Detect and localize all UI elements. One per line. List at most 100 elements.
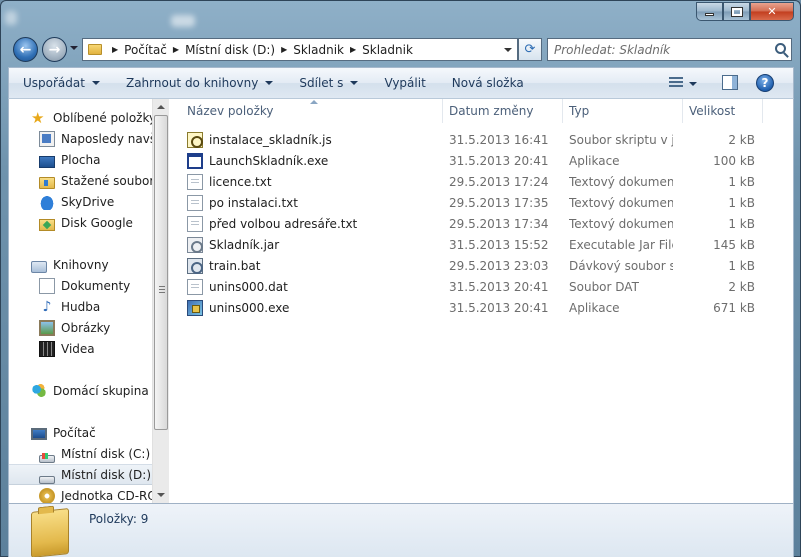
search-box[interactable]: Prohledat: Skladník bbox=[547, 38, 792, 61]
breadcrumb-skladnik[interactable]: Skladnik bbox=[362, 43, 413, 57]
sidebar-item-google-drive[interactable]: Disk Google bbox=[9, 212, 152, 233]
navigation-pane-scrollbar[interactable] bbox=[152, 99, 169, 503]
file-name: train.bat bbox=[209, 258, 261, 273]
sidebar-item-computer[interactable]: Počítač bbox=[9, 422, 152, 443]
sidebar-item-label: Oblíbené položky bbox=[53, 110, 152, 125]
breadcrumb-computer[interactable]: Počítač bbox=[124, 43, 167, 57]
sidebar-item-cdrom[interactable]: Jednotka CD-ROM bbox=[9, 485, 152, 503]
new-folder-button[interactable]: Nová složka bbox=[438, 67, 536, 99]
file-name: unins000.dat bbox=[209, 279, 288, 294]
column-header-size[interactable]: Velikost bbox=[683, 99, 763, 123]
file-date: 29.5.2013 17:34 bbox=[449, 216, 549, 231]
file-name: LaunchSkladník.exe bbox=[209, 153, 329, 168]
breadcrumb-separator[interactable]: ▶ bbox=[350, 45, 356, 54]
homegroup-icon bbox=[31, 382, 47, 399]
sidebar-item-videos[interactable]: Videa bbox=[9, 338, 152, 359]
share-with-label: Sdílet s bbox=[299, 76, 344, 90]
breadcrumb-drive-d[interactable]: Místní disk (D:) bbox=[185, 43, 275, 57]
file-name: unins000.exe bbox=[209, 300, 290, 315]
explorer-window: ✕ ← → ▶ Počítač ▶ Místní disk (D:) ▶ Skl… bbox=[0, 0, 801, 557]
file-name-cell: train.bat bbox=[187, 255, 442, 276]
sidebar-item-drive-c[interactable]: Místní disk (C:) bbox=[9, 443, 152, 464]
file-size: 1 kB bbox=[728, 174, 755, 189]
file-row[interactable]: licence.txt 29.5.2013 17:24 Textový doku… bbox=[171, 171, 795, 192]
scroll-up-icon[interactable] bbox=[157, 105, 165, 109]
sidebar-item-drive-d[interactable]: Místní disk (D:) bbox=[9, 464, 152, 485]
column-header-date[interactable]: Datum změny bbox=[443, 99, 563, 123]
libraries-icon bbox=[31, 260, 47, 273]
folder-icon bbox=[31, 508, 69, 557]
videos-icon bbox=[39, 340, 55, 357]
file-date: 31.5.2013 20:41 bbox=[449, 300, 549, 315]
sidebar-item-downloads[interactable]: Stažené soubory bbox=[9, 170, 152, 191]
search-input[interactable]: Prohledat: Skladník bbox=[554, 43, 670, 57]
refresh-button[interactable]: ⟳ bbox=[518, 38, 542, 61]
file-row[interactable]: unins000.dat 31.5.2013 20:41 Soubor DAT … bbox=[171, 276, 795, 297]
file-size: 671 kB bbox=[713, 300, 755, 315]
file-row[interactable]: unins000.exe 31.5.2013 20:41 Aplikace 67… bbox=[171, 297, 795, 318]
include-in-library-button[interactable]: Zahrnout do knihovny bbox=[112, 67, 285, 99]
chevron-down-icon bbox=[350, 81, 359, 85]
close-button[interactable]: ✕ bbox=[750, 2, 794, 21]
maximize-button[interactable] bbox=[723, 2, 750, 21]
file-row[interactable]: před volbou adresáře.txt 29.5.2013 17:34… bbox=[171, 213, 795, 234]
burn-button[interactable]: Vypálit bbox=[370, 67, 437, 99]
file-type: Aplikace bbox=[569, 300, 620, 315]
minimize-icon bbox=[705, 13, 714, 16]
breadcrumb-separator[interactable]: ▶ bbox=[281, 45, 287, 54]
file-size: 2 kB bbox=[728, 132, 755, 147]
file-type: Soubor skriptu v j... bbox=[569, 132, 673, 147]
file-row[interactable]: po instalaci.txt 29.5.2013 17:35 Textový… bbox=[171, 192, 795, 213]
window-icon bbox=[5, 11, 17, 25]
downloads-folder-icon bbox=[39, 176, 55, 189]
file-name-cell: před volbou adresáře.txt bbox=[187, 213, 442, 234]
sidebar-item-label: Videa bbox=[61, 341, 95, 356]
sidebar-item-desktop[interactable]: Plocha bbox=[9, 149, 152, 170]
file-row[interactable]: Skladník.jar 31.5.2013 15:52 Executable … bbox=[171, 234, 795, 255]
setup-exe-icon bbox=[187, 299, 203, 316]
sidebar-item-label: Stažené soubory bbox=[61, 173, 152, 188]
back-button[interactable]: ← bbox=[13, 37, 38, 62]
preview-pane-icon[interactable] bbox=[722, 75, 738, 90]
file-row[interactable]: instalace_skladník.js 31.5.2013 16:41 So… bbox=[171, 129, 795, 150]
recent-pages-dropdown[interactable] bbox=[70, 46, 78, 50]
column-header-type[interactable]: Typ bbox=[563, 99, 683, 123]
sidebar-item-favorites[interactable]: ★ Oblíbené položky bbox=[9, 107, 152, 128]
share-with-button[interactable]: Sdílet s bbox=[285, 67, 370, 99]
file-row[interactable]: train.bat 29.5.2013 23:03 Dávkový soubor… bbox=[171, 255, 795, 276]
navigation-bar: ← → ▶ Počítač ▶ Místní disk (D:) ▶ Sklad… bbox=[9, 35, 794, 63]
minimize-button[interactable] bbox=[696, 2, 723, 21]
computer-icon bbox=[31, 427, 47, 440]
sidebar-item-recent-places[interactable]: Naposledy navští bbox=[9, 128, 152, 149]
forward-button[interactable]: → bbox=[42, 37, 67, 62]
file-row[interactable]: LaunchSkladník.exe 31.5.2013 20:41 Aplik… bbox=[171, 150, 795, 171]
help-icon[interactable]: ? bbox=[756, 74, 774, 92]
sidebar-item-documents[interactable]: Dokumenty bbox=[9, 275, 152, 296]
scroll-down-icon[interactable] bbox=[157, 493, 165, 497]
address-history-dropdown[interactable] bbox=[501, 43, 515, 57]
file-name: licence.txt bbox=[209, 174, 272, 189]
music-icon: ♪ bbox=[42, 298, 52, 315]
caption-buttons: ✕ bbox=[696, 2, 794, 21]
organize-button[interactable]: Uspořádat bbox=[9, 67, 112, 99]
sidebar-item-pictures[interactable]: Obrázky bbox=[9, 317, 152, 338]
folder-icon bbox=[88, 44, 102, 55]
file-date: 31.5.2013 16:41 bbox=[449, 132, 549, 147]
view-options-dropdown[interactable] bbox=[689, 82, 697, 86]
change-view-icon[interactable] bbox=[669, 77, 683, 89]
script-file-icon bbox=[187, 131, 203, 148]
file-type: Dávkový soubor s... bbox=[569, 258, 673, 273]
file-name-cell: LaunchSkladník.exe bbox=[187, 150, 442, 171]
breadcrumb-separator[interactable]: ▶ bbox=[112, 45, 118, 54]
sidebar-item-libraries[interactable]: Knihovny bbox=[9, 254, 152, 275]
scrollbar-thumb[interactable] bbox=[154, 115, 168, 430]
column-header-name[interactable]: Název položky bbox=[181, 99, 443, 123]
breadcrumb-separator[interactable]: ▶ bbox=[173, 45, 179, 54]
sidebar-item-music[interactable]: ♪ Hudba bbox=[9, 296, 152, 317]
sidebar-item-skydrive[interactable]: SkyDrive bbox=[9, 191, 152, 212]
address-bar[interactable]: ▶ Počítač ▶ Místní disk (D:) ▶ Skladnik … bbox=[82, 38, 518, 61]
cdrom-icon bbox=[39, 487, 55, 503]
breadcrumb-skladnik-parent[interactable]: Skladnik bbox=[293, 43, 344, 57]
sidebar-item-homegroup[interactable]: Domácí skupina bbox=[9, 380, 152, 401]
search-icon[interactable] bbox=[775, 43, 786, 54]
